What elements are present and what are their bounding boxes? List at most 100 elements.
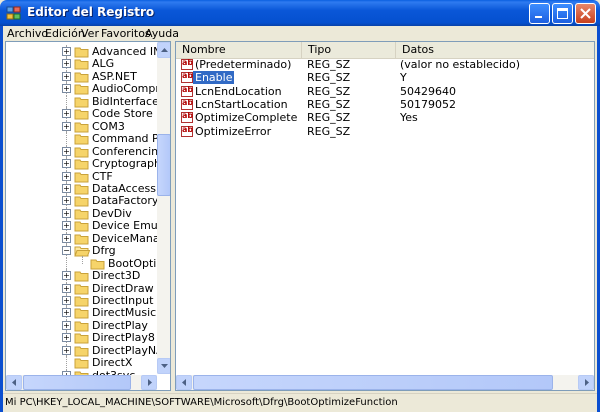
- tree-item[interactable]: + DirectPlay8: [6, 331, 166, 345]
- expand-icon[interactable]: +: [62, 271, 71, 280]
- value-type: REG_SZ: [307, 111, 351, 124]
- expand-icon[interactable]: +: [62, 209, 71, 218]
- close-button[interactable]: [575, 3, 596, 24]
- expand-icon[interactable]: +: [62, 109, 71, 118]
- tree-item-label: DirectPlay8: [92, 331, 155, 344]
- list-horizontal-scrollbar[interactable]: [176, 375, 594, 390]
- tree-item[interactable]: + DataFactory: [6, 194, 166, 208]
- menu-edicion[interactable]: Edición: [45, 27, 85, 40]
- tree-item[interactable]: + DeviceManager: [6, 232, 170, 246]
- expand-icon[interactable]: +: [62, 321, 71, 330]
- column-header-datos[interactable]: Datos: [396, 42, 594, 58]
- expand-icon[interactable]: +: [62, 333, 71, 342]
- tree-item[interactable]: + Cryptography: [6, 157, 167, 171]
- folder-icon: [74, 234, 89, 245]
- expand-icon[interactable]: +: [62, 296, 71, 305]
- minimize-icon: [535, 16, 542, 18]
- value-name: (Predeterminado): [195, 58, 292, 71]
- list-item[interactable]: ab LcnEndLocation REG_SZ 50429640: [176, 85, 594, 98]
- minimize-button[interactable]: [529, 3, 550, 24]
- list-hscroll-thumb[interactable]: [193, 375, 553, 390]
- tree-horizontal-scrollbar[interactable]: [6, 375, 157, 390]
- column-header-tipo[interactable]: Tipo: [302, 42, 396, 58]
- tree-item[interactable]: +Device Emulator: [6, 219, 170, 233]
- value-type: REG_SZ: [307, 125, 351, 138]
- tree-scroll-right-button[interactable]: [141, 375, 157, 390]
- folder-icon: [74, 59, 89, 70]
- string-value-icon-text: ab: [182, 98, 194, 107]
- expand-icon[interactable]: +: [62, 59, 71, 68]
- tree-item[interactable]: +Code Store Data: [6, 107, 170, 121]
- tree-item[interactable]: + DirectPlayNATH: [6, 344, 170, 358]
- menu-ayuda[interactable]: Ayuda: [145, 27, 179, 40]
- expand-icon[interactable]: +: [62, 234, 71, 243]
- expand-icon[interactable]: +: [62, 72, 71, 81]
- folder-icon: [74, 72, 89, 83]
- list-item[interactable]: ab LcnStartLocation REG_SZ 50179052: [176, 98, 594, 111]
- tree-item[interactable]: − Dfrg: [6, 244, 166, 258]
- list-item[interactable]: ab (Predeterminado) REG_SZ (valor no establ…: [176, 58, 594, 71]
- expand-icon[interactable]: +: [62, 221, 71, 230]
- tree-vertical-scrollbar[interactable]: [157, 42, 170, 374]
- tree-hscroll-thumb[interactable]: [23, 375, 131, 390]
- expand-icon[interactable]: +: [62, 122, 71, 131]
- tree-scroll-up-button[interactable]: [157, 42, 170, 58]
- string-value-icon: ab: [181, 85, 193, 97]
- arrow-down-icon: [161, 364, 168, 368]
- tree-scroll-thumb[interactable]: [157, 134, 170, 196]
- tree-connector: [66, 356, 67, 370]
- folder-icon: [74, 296, 89, 307]
- tree-scroll-left-button[interactable]: [6, 375, 22, 390]
- tree-connector: [82, 256, 83, 264]
- value-name: LcnStartLocation: [195, 98, 288, 111]
- tree-item[interactable]: + DirectMusic: [6, 306, 166, 320]
- expand-icon[interactable]: +: [62, 284, 71, 293]
- expand-icon[interactable]: +: [62, 47, 71, 56]
- close-icon: [580, 8, 591, 19]
- tree-scroll-down-button[interactable]: [157, 358, 170, 374]
- tree-item[interactable]: Command Proce: [6, 132, 170, 146]
- tree-item[interactable]: + Advanced INF S: [6, 45, 170, 59]
- column-header-nombre[interactable]: Nombre: [176, 42, 302, 58]
- list-item[interactable]: ab OptimizeComplete REG_SZ Yes: [176, 111, 594, 124]
- folder-icon: [74, 47, 89, 58]
- expand-icon[interactable]: +: [62, 346, 71, 355]
- registry-editor-icon: [6, 6, 21, 20]
- menu-favoritos[interactable]: Favoritos: [101, 27, 151, 40]
- arrow-right-icon: [148, 379, 152, 386]
- expand-icon[interactable]: +: [62, 196, 71, 205]
- list-scroll-left-button[interactable]: [176, 375, 192, 390]
- maximize-button[interactable]: [552, 3, 573, 24]
- expand-icon[interactable]: +: [62, 308, 71, 317]
- arrow-left-icon: [12, 379, 16, 386]
- title-bar[interactable]: Editor del Registro: [0, 0, 600, 26]
- list-scroll-right-button[interactable]: [578, 375, 594, 390]
- values-list-pane[interactable]: Nombre Tipo Datos ab (Predeterminado) REG_…: [175, 41, 595, 391]
- expand-icon[interactable]: +: [62, 184, 71, 193]
- list-item[interactable]: ab OptimizeError REG_SZ: [176, 125, 594, 138]
- tree-item[interactable]: BootOptimiz: [6, 256, 170, 271]
- tree-item-label: DirectX: [92, 356, 133, 369]
- menu-ver[interactable]: Ver: [81, 27, 99, 40]
- value-type: REG_SZ: [307, 98, 351, 111]
- string-value-icon-text: ab: [182, 125, 194, 134]
- tree-item[interactable]: + Direct3D: [6, 269, 166, 283]
- tree-item[interactable]: + ALG: [6, 57, 166, 71]
- tree-item[interactable]: +AudioCompressi: [6, 82, 170, 96]
- key-tree-pane[interactable]: +Advanced INF S+ALG+ASP.NET+AudioCompres…: [5, 41, 171, 391]
- string-value-icon: ab: [181, 71, 193, 83]
- tree-connector: [66, 132, 67, 146]
- collapse-icon[interactable]: −: [62, 246, 71, 255]
- expand-icon[interactable]: +: [62, 159, 71, 168]
- string-value-icon: ab: [181, 98, 194, 110]
- string-value-icon-text: ab: [182, 111, 194, 120]
- folder-icon: [74, 271, 89, 282]
- expand-icon[interactable]: +: [62, 147, 71, 156]
- folder-icon: [74, 209, 89, 220]
- expand-icon[interactable]: +: [62, 84, 71, 93]
- list-item[interactable]: ab Enable REG_SZ Y: [176, 71, 594, 84]
- expand-icon[interactable]: +: [62, 172, 71, 181]
- tree-item-label: Direct3D: [92, 269, 141, 282]
- tree-item[interactable]: DirectX: [6, 356, 166, 370]
- menu-archivo[interactable]: Archivo: [7, 27, 48, 40]
